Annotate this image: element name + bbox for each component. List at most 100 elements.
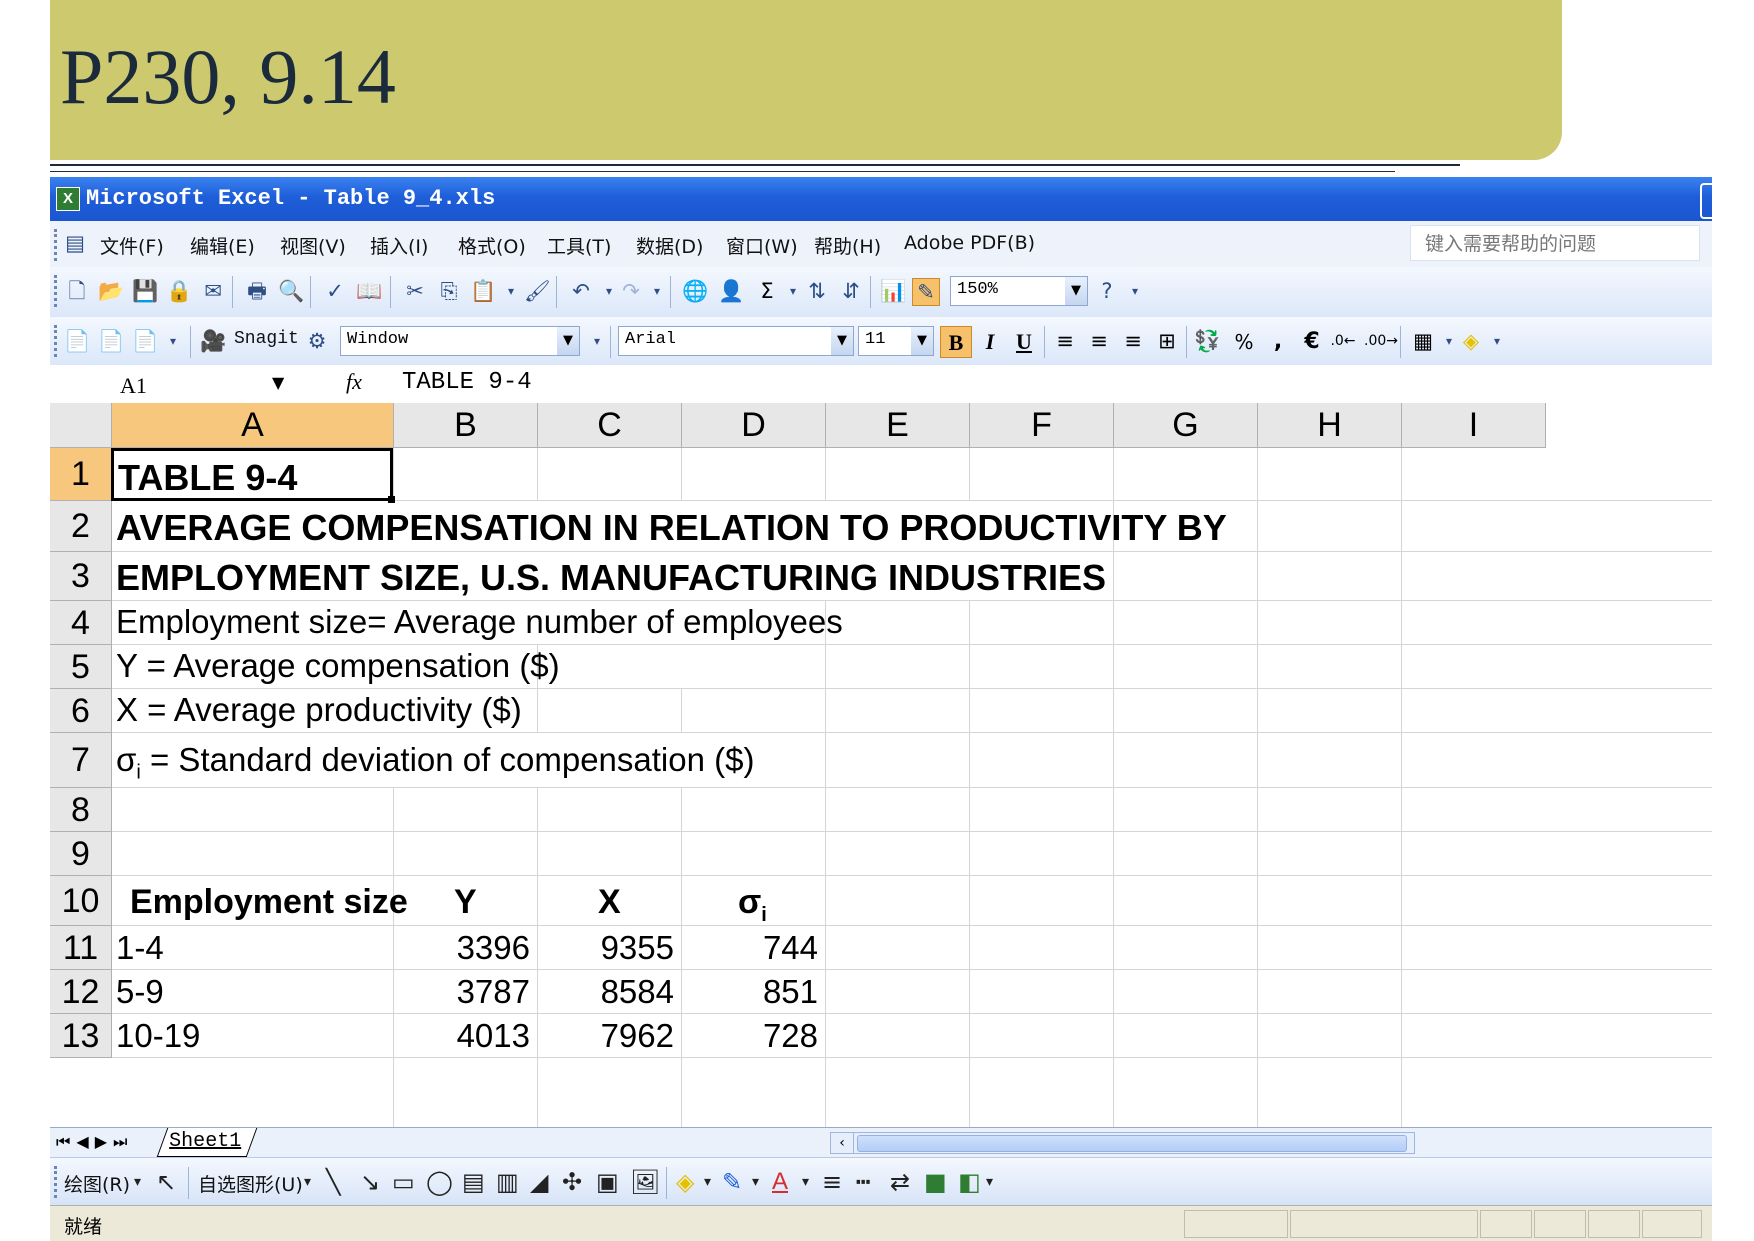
snagit-capture-select[interactable]: Window ▼ [340,326,580,356]
open-icon[interactable]: 📂 [98,278,124,304]
spelling-icon[interactable]: ✓ [322,278,348,304]
percent-style-button[interactable]: % [1228,326,1260,358]
row-header-1[interactable]: 1 [50,448,112,501]
diagram-icon[interactable]: ✣ [562,1168,582,1196]
font-name-select[interactable]: Arial ▼ [618,326,854,356]
excel-icon[interactable]: X [56,187,80,211]
column-header-c[interactable]: C [538,403,682,448]
help-search-input[interactable]: 键入需要帮助的问题 [1410,225,1700,261]
chevron-down-icon[interactable]: ▼ [272,373,284,392]
snagit-label[interactable]: Snagit [234,329,299,349]
align-left-icon[interactable]: ≡ [1052,328,1078,354]
redo-dropdown-icon[interactable]: ▾ [644,278,670,304]
font-color-dropdown-icon[interactable]: ▾ [802,1168,809,1196]
research-person-icon[interactable]: 👤 [718,278,744,304]
italic-button[interactable]: I [974,326,1006,358]
pdf-email-icon[interactable]: 📄 [98,328,124,354]
column-header-d[interactable]: D [682,403,826,448]
chevron-down-icon[interactable]: ▼ [911,327,933,355]
euro-button[interactable]: € [1296,326,1328,358]
select-all-corner[interactable] [50,403,112,448]
toolbar-grip[interactable] [54,229,60,261]
column-header-g[interactable]: G [1114,403,1258,448]
pdf-convert-icon[interactable]: 📄 [64,328,90,354]
toolbar-grip[interactable] [54,1166,60,1198]
chevron-down-icon[interactable]: ▼ [1065,277,1087,305]
fill-color-icon[interactable]: ◈ [1458,328,1484,354]
copy-icon[interactable]: ⎘ [436,278,462,304]
column-header-i[interactable]: I [1402,403,1546,448]
cell-a2[interactable]: AVERAGE COMPENSATION IN RELATION TO PROD… [116,507,1227,549]
cut-icon[interactable]: ✂ [402,278,428,304]
picture-icon[interactable]: 🖼 [630,1168,660,1196]
select-objects-icon[interactable]: ↖ [156,1168,176,1196]
cell-a4[interactable]: Employment size= Average number of emplo… [116,603,843,641]
cell-a7[interactable]: σi = Standard deviation of compensation … [116,741,754,785]
cell-size-row-12[interactable]: 5-9 [116,973,164,1011]
email-icon[interactable]: ✉ [200,278,226,304]
sort-ascending-icon[interactable]: ⇅ [804,278,830,304]
undo-icon[interactable]: ↶ [568,278,594,304]
3d-style-icon[interactable]: ◧ [958,1168,981,1196]
cell-y-row-13[interactable]: 4013 [394,1017,530,1055]
line-color-dropdown-icon[interactable]: ▾ [752,1168,759,1196]
header-employment-size[interactable]: Employment size [130,883,408,922]
borders-icon[interactable]: ▦ [1410,328,1436,354]
scrollbar-thumb[interactable] [857,1135,1407,1152]
menu-insert[interactable]: 插入(I) [370,232,428,259]
cell-y-row-11[interactable]: 3396 [394,929,530,967]
cell-a3[interactable]: EMPLOYMENT SIZE, U.S. MANUFACTURING INDU… [116,557,1106,599]
column-header-b[interactable]: B [394,403,538,448]
pdf-review-icon[interactable]: 📄 [132,328,158,354]
clip-art-icon[interactable]: ▣ [596,1168,619,1196]
dash-style-icon[interactable]: ┅ [856,1168,870,1196]
text-box-icon[interactable]: ▤ [462,1168,485,1196]
save-icon[interactable]: 💾 [132,278,158,304]
header-sigma[interactable]: σi [738,883,767,927]
toolbar-options-icon[interactable]: ▾ [584,328,610,354]
toolbar-options-icon[interactable]: ▾ [986,1168,993,1196]
row-header-6[interactable]: 6 [50,689,112,733]
currency-style-icon[interactable]: 💱 [1194,328,1220,354]
font-size-select[interactable]: 11 ▼ [858,326,934,356]
chevron-down-icon[interactable]: ▼ [831,327,853,355]
worksheet-grid[interactable]: A B C D E F G H I 1 2 3 4 5 6 7 8 9 10 1… [50,403,1712,1127]
insert-function-icon[interactable]: fx [346,369,362,395]
scroll-left-icon[interactable]: ‹ [831,1133,854,1153]
cell-size-row-13[interactable]: 10-19 [116,1017,200,1055]
snagit-settings-icon[interactable]: ⚙ [304,328,330,354]
menu-edit[interactable]: 编辑(E) [190,232,255,259]
cell-x-row-11[interactable]: 9355 [538,929,674,967]
menu-tools[interactable]: 工具(T) [547,232,611,259]
row-header-13[interactable]: 13 [50,1014,112,1058]
toolbar-grip[interactable] [54,275,60,307]
align-center-icon[interactable]: ≡ [1086,328,1112,354]
increase-decimal-icon[interactable]: .0← [1330,328,1356,354]
drawing-icon[interactable]: ✎ [912,278,940,306]
title-bar[interactable]: X Microsoft Excel - Table 9_4.xls [50,177,1712,221]
cell-sigma-row-12[interactable]: 851 [682,973,818,1011]
cell-size-row-11[interactable]: 1-4 [116,929,164,967]
autoshapes-dropdown-icon[interactable]: ▾ [304,1168,311,1196]
row-header-3[interactable]: 3 [50,552,112,601]
fill-handle[interactable] [388,496,395,503]
row-header-12[interactable]: 12 [50,970,112,1014]
column-header-f[interactable]: F [970,403,1114,448]
bold-button[interactable]: B [940,326,972,358]
horizontal-scrollbar[interactable]: ‹ [830,1132,1415,1154]
align-right-icon[interactable]: ≡ [1120,328,1146,354]
sheet-tab-sheet1[interactable]: Sheet1 [156,1128,258,1157]
line-color-icon[interactable]: ✎ [722,1168,742,1196]
arrow-style-icon[interactable]: ⇄ [890,1168,910,1196]
menu-window[interactable]: 窗口(W) [726,232,798,259]
shadow-style-icon[interactable]: ■ [924,1168,947,1196]
line-icon[interactable]: ╲ [326,1168,340,1196]
fill-color-icon[interactable]: ◈ [676,1168,694,1196]
row-header-11[interactable]: 11 [50,926,112,970]
sheet-navigation-icon[interactable]: ⏮◀▶⏭ [56,1132,133,1152]
rectangle-icon[interactable]: ▭ [392,1168,415,1196]
menu-format[interactable]: 格式(O) [458,232,526,259]
toolbar-options-icon[interactable]: ▾ [160,328,186,354]
cell-x-row-12[interactable]: 8584 [538,973,674,1011]
row-header-5[interactable]: 5 [50,645,112,689]
